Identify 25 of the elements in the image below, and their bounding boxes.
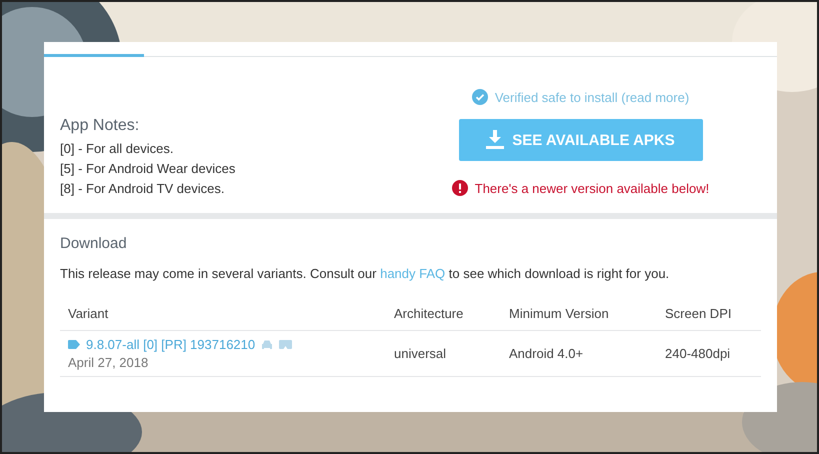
tag-icon [68, 340, 80, 349]
intro-text: This release may come in several variants. Consult our handy FAQ to see which download is right for you. [60, 266, 670, 281]
variant-link[interactable]: 9.8.07-all [0] [PR] 193716210 [86, 337, 256, 352]
column-header: Architecture [393, 305, 464, 323]
note-line: [8] - For Android TV devices. [60, 180, 226, 198]
section-title: Download [60, 235, 128, 252]
warning-text: There's a newer version available below! [474, 180, 710, 196]
column-header: Variant [67, 305, 110, 323]
note-line: [5] - For Android Wear devices [60, 160, 236, 178]
note-line: [0] - For all devices. [60, 140, 174, 158]
column-header: Minimum Version [508, 305, 610, 323]
alert-icon [452, 180, 468, 196]
vr-headset-icon [279, 340, 292, 349]
column-header: Screen DPI [664, 305, 732, 323]
download-icon [486, 130, 504, 150]
faq-link[interactable]: handy FAQ [380, 266, 446, 281]
notes-title: App Notes: [60, 117, 140, 135]
table-cell-text: 240-480dpi [664, 345, 732, 363]
car-icon [261, 340, 274, 350]
check-circle-icon [472, 89, 488, 105]
see-apks-button[interactable]: SEE AVAILABLE APKS [458, 119, 702, 161]
verified-link[interactable]: Verified safe to install (read more) [494, 90, 690, 104]
release-date: April 27, 2018 [68, 355, 150, 370]
table-cell-text: Android 4.0+ [508, 345, 584, 363]
table-cell-text: universal [393, 345, 448, 363]
